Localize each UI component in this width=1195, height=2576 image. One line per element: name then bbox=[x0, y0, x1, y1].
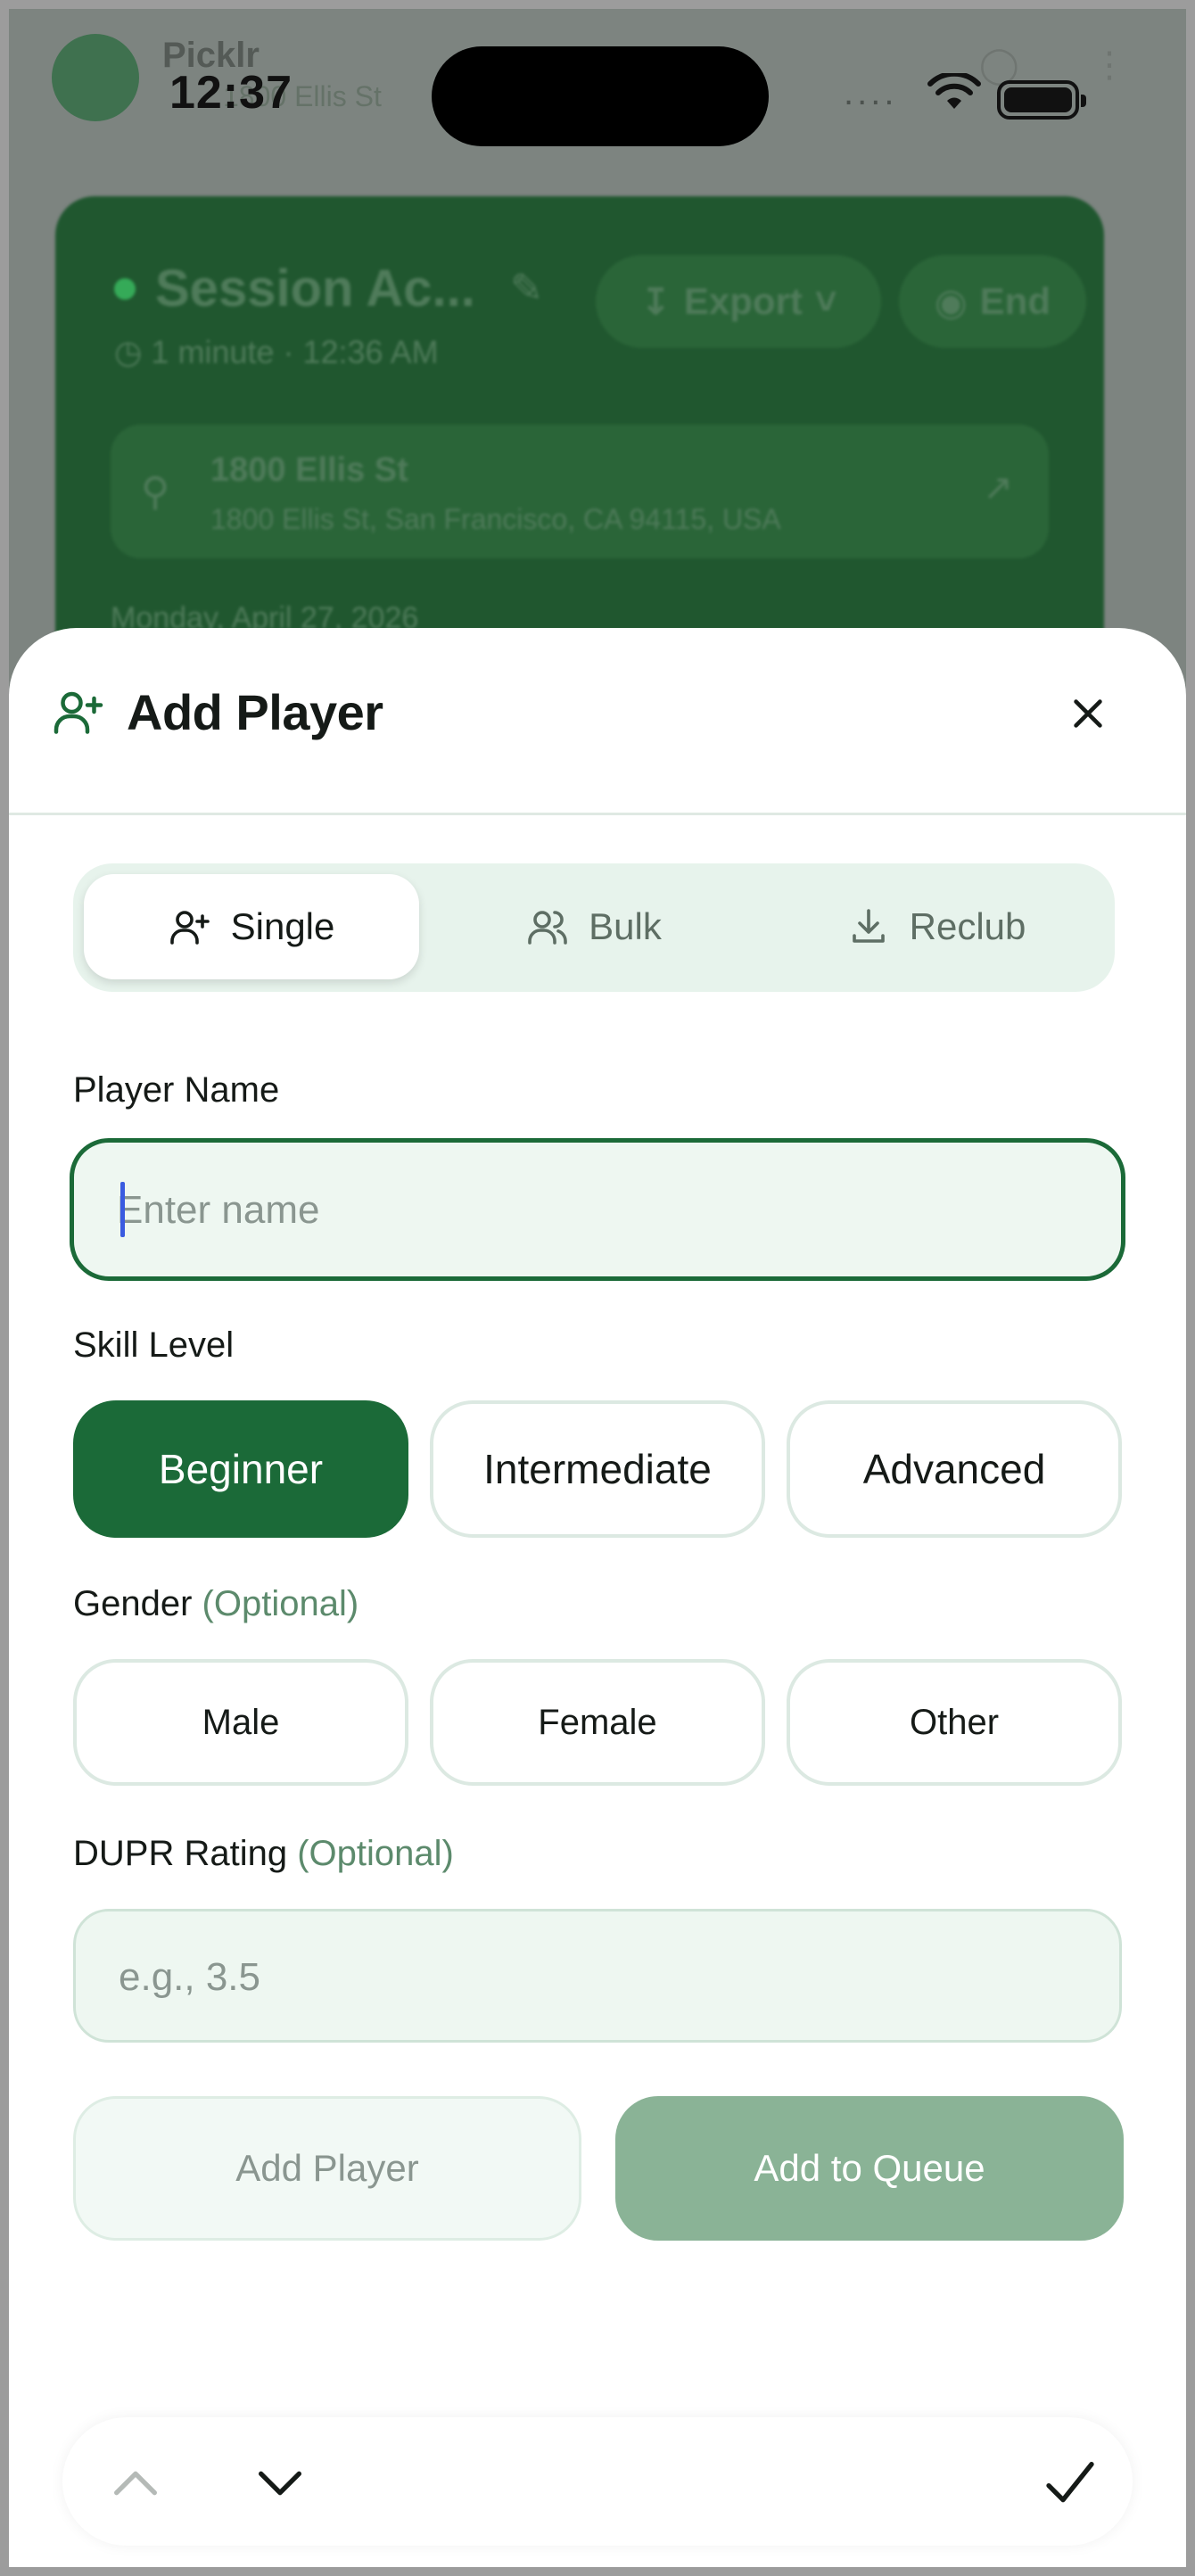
tab-bulk[interactable]: Bulk bbox=[426, 874, 762, 979]
chevron-down-icon[interactable] bbox=[251, 2455, 309, 2512]
player-name-field bbox=[70, 1138, 1125, 1281]
gender-label-text: Gender bbox=[73, 1584, 193, 1623]
tab-reclub-label: Reclub bbox=[909, 905, 1026, 947]
map-pin-icon: ⚲ bbox=[141, 470, 170, 514]
add-player-sheet: Add Player Single Bulk Reclub Player Nam… bbox=[9, 628, 1186, 2567]
users-icon bbox=[528, 911, 567, 945]
gender-label: Gender (Optional) bbox=[73, 1584, 358, 1624]
status-time: 12:37 bbox=[169, 67, 293, 119]
gender-female-button[interactable]: Female bbox=[430, 1659, 765, 1786]
user-plus-icon bbox=[169, 911, 210, 945]
user-plus-icon bbox=[54, 691, 103, 734]
dupr-label-text: DUPR Rating bbox=[73, 1834, 288, 1873]
gender-optional-text: (Optional) bbox=[202, 1584, 359, 1623]
download-icon: ↧ bbox=[639, 280, 672, 323]
skill-advanced-button[interactable]: Advanced bbox=[787, 1400, 1122, 1538]
checkmark-icon[interactable] bbox=[1042, 2455, 1099, 2512]
sheet-title: Add Player bbox=[127, 684, 383, 740]
more-vertical-icon: ⋮ bbox=[1092, 45, 1127, 85]
gender-other-button[interactable]: Other bbox=[787, 1659, 1122, 1786]
sheet-header: Add Player bbox=[9, 628, 1186, 815]
skill-intermediate-button[interactable]: Intermediate bbox=[430, 1400, 765, 1538]
skill-beginner-button[interactable]: Beginner bbox=[73, 1400, 408, 1538]
download-icon bbox=[852, 909, 885, 943]
dupr-input[interactable] bbox=[119, 1944, 1064, 2011]
session-meta: ◷ 1 minute · 12:36 AM bbox=[114, 334, 439, 370]
dupr-field bbox=[73, 1909, 1122, 2043]
tab-single-label: Single bbox=[230, 905, 335, 947]
stop-icon: ◉ bbox=[935, 280, 968, 323]
close-icon bbox=[1074, 699, 1102, 728]
location-title: 1800 Ellis St bbox=[210, 451, 408, 489]
battery-icon bbox=[997, 80, 1086, 120]
session-meta-text: 1 minute · 12:36 AM bbox=[151, 334, 439, 370]
player-name-input[interactable] bbox=[117, 1177, 1080, 1244]
dynamic-island bbox=[432, 46, 769, 146]
tab-reclub[interactable]: Reclub bbox=[769, 874, 1104, 979]
keyboard-accessory-bar bbox=[62, 2417, 1133, 2546]
chevron-down-icon: ˅ bbox=[814, 280, 837, 322]
add-to-queue-button[interactable]: Add to Queue bbox=[615, 2096, 1124, 2241]
session-title: Session Ac... bbox=[155, 260, 475, 318]
tab-single[interactable]: Single bbox=[84, 874, 419, 979]
app-logo bbox=[52, 34, 139, 121]
location-address: 1800 Ellis St, San Francisco, CA 94115, … bbox=[210, 503, 781, 535]
export-label: Export bbox=[683, 280, 803, 322]
wifi-icon bbox=[927, 73, 981, 109]
dupr-optional-text: (Optional) bbox=[297, 1834, 454, 1873]
gender-male-button[interactable]: Male bbox=[73, 1659, 408, 1786]
skill-level-label: Skill Level bbox=[73, 1325, 235, 1365]
end-label: End bbox=[979, 280, 1051, 322]
tab-bulk-label: Bulk bbox=[589, 905, 662, 947]
external-link-icon: ↗ bbox=[983, 468, 1013, 508]
text-caret bbox=[120, 1182, 125, 1237]
active-dot bbox=[114, 278, 136, 300]
screen: Picklr 1800 Ellis St ◯ ⋮ Session Ac... ✎… bbox=[9, 9, 1186, 2567]
end-button: ◉ End bbox=[899, 255, 1086, 348]
mode-tabs: Single Bulk Reclub bbox=[73, 863, 1115, 992]
location-card: ⚲ 1800 Ellis St 1800 Ellis St, San Franc… bbox=[111, 425, 1049, 558]
chevron-up-icon[interactable] bbox=[107, 2455, 164, 2512]
pencil-icon: ✎ bbox=[510, 267, 543, 310]
player-name-label: Player Name bbox=[73, 1070, 280, 1110]
export-button: ↧ Export ˅ bbox=[596, 255, 881, 348]
close-button[interactable] bbox=[1061, 687, 1115, 740]
signal-dots: .... bbox=[844, 73, 898, 112]
add-player-button[interactable]: Add Player bbox=[73, 2096, 581, 2241]
dupr-label: DUPR Rating (Optional) bbox=[73, 1834, 454, 1874]
